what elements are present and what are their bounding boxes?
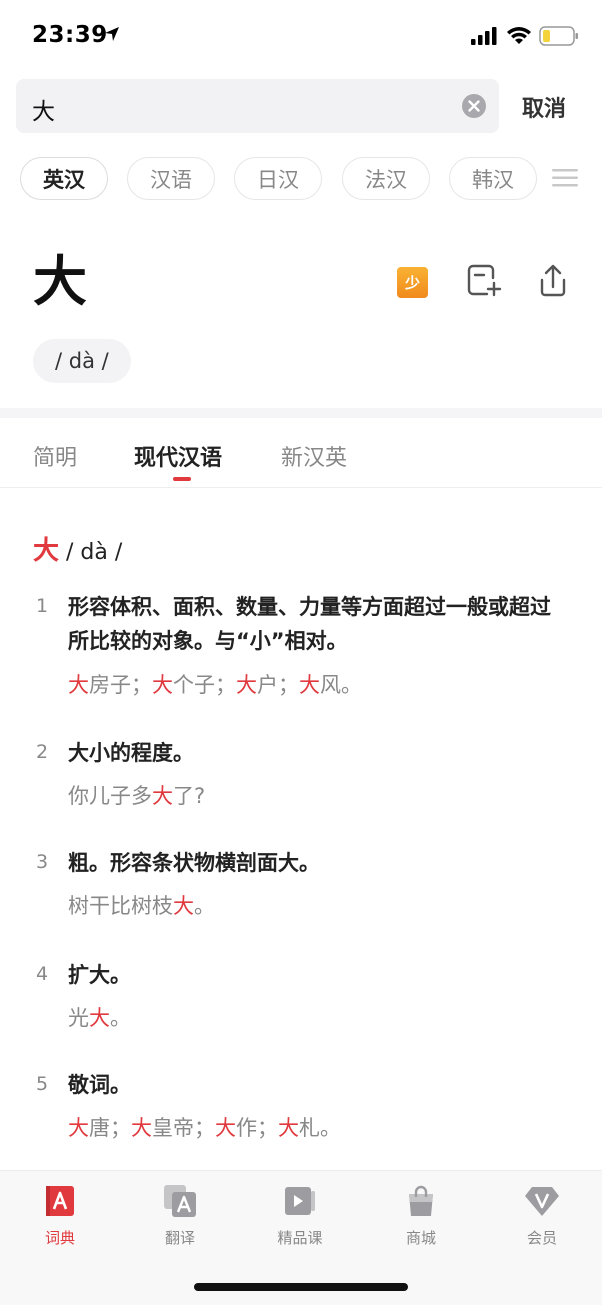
- sense-number: 5: [36, 1073, 49, 1095]
- tab-modern-chinese[interactable]: 现代汉语: [134, 440, 222, 472]
- tab-new-chinese-english[interactable]: 新汉英: [281, 440, 347, 472]
- lang-tab-ko-zh[interactable]: 韩汉: [449, 157, 537, 200]
- vip-diamond-icon: [524, 1185, 560, 1221]
- sense-definition: 敬词。: [68, 1073, 131, 1097]
- headword: 大: [33, 250, 87, 313]
- share-icon[interactable]: [536, 263, 570, 303]
- nav-mall[interactable]: 商城: [381, 1183, 461, 1248]
- active-tab-indicator: [173, 477, 191, 481]
- shopping-bag-icon: [406, 1185, 436, 1221]
- pinyin-pronunciation[interactable]: / dà /: [33, 339, 131, 383]
- lang-tab-ja-zh[interactable]: 日汉: [234, 157, 322, 200]
- nav-label: 商城: [405, 1229, 436, 1247]
- menu-icon[interactable]: [552, 168, 578, 192]
- search-input-value: 大: [32, 99, 55, 125]
- location-arrow-icon: [104, 26, 120, 46]
- sense-example: 树干比树枝大。: [68, 894, 215, 918]
- sense-example: 光大。: [68, 1006, 131, 1030]
- dictionary-icon: [45, 1185, 75, 1221]
- cellular-signal-icon: [471, 27, 497, 49]
- sense-definition: 大小的程度。: [68, 741, 194, 765]
- nav-dictionary[interactable]: 词典: [20, 1183, 100, 1248]
- sense-number: 2: [36, 741, 49, 763]
- dictionary-tabs: 简明 现代汉语 新汉英: [0, 418, 602, 488]
- entry-headword: 大: [33, 536, 60, 566]
- nav-translate[interactable]: 翻译: [140, 1183, 220, 1248]
- wifi-icon: [506, 25, 532, 49]
- sense-definition: 扩大。: [68, 963, 131, 987]
- clear-icon[interactable]: [461, 93, 487, 119]
- entry-heading: 大 / dà /: [33, 530, 122, 567]
- add-to-wordbook-icon[interactable]: [467, 264, 503, 302]
- video-course-icon: [284, 1185, 316, 1221]
- level-badge[interactable]: 少: [397, 267, 428, 298]
- status-time: 23:39: [32, 22, 108, 48]
- lang-tab-en-zh[interactable]: 英汉: [20, 157, 108, 200]
- status-bar: 23:39: [0, 0, 602, 70]
- language-tabs: 英汉 汉语 日汉 法汉 韩汉: [20, 157, 550, 201]
- sense-example: 你儿子多大了?: [68, 784, 206, 808]
- lang-tab-fr-zh[interactable]: 法汉: [342, 157, 430, 200]
- tab-concise[interactable]: 简明: [33, 440, 77, 472]
- nav-label: 会员: [526, 1229, 557, 1247]
- sense-example: 大房子；大个子；大户；大风。: [68, 673, 362, 697]
- sense-number: 4: [36, 963, 49, 985]
- lang-tab-chinese[interactable]: 汉语: [127, 157, 215, 200]
- sense-definition: 粗。形容条状物横剖面大。: [68, 851, 320, 875]
- section-divider: [0, 408, 602, 418]
- nav-label: 精品课: [277, 1229, 323, 1247]
- cancel-button[interactable]: 取消: [522, 91, 566, 123]
- entry-pinyin: / dà /: [59, 540, 123, 565]
- sense-number: 3: [36, 851, 49, 873]
- sense-number: 1: [36, 595, 49, 617]
- sense-example: 大唐；大皇帝；大作；大札。: [68, 1116, 341, 1140]
- nav-courses[interactable]: 精品课: [260, 1183, 340, 1248]
- home-indicator: [194, 1283, 408, 1291]
- translate-icon: [163, 1184, 197, 1222]
- nav-label: 翻译: [164, 1229, 195, 1247]
- battery-low-icon: [539, 26, 579, 50]
- sense-definition: 形容体积、面积、数量、力量等方面超过一般或超过所比较的对象。与“小”相对。: [68, 595, 551, 653]
- nav-vip[interactable]: 会员: [502, 1183, 582, 1248]
- nav-label: 词典: [44, 1229, 75, 1247]
- search-input[interactable]: 大: [16, 79, 499, 133]
